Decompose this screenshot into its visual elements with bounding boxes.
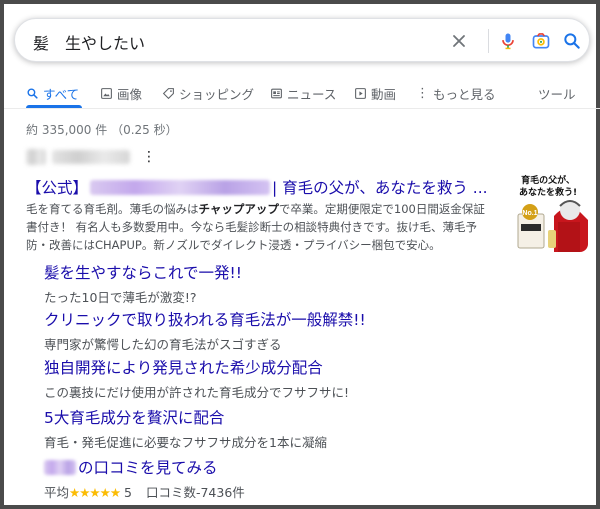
brand-name-redacted [90, 179, 271, 195]
thumb-headline-1: 育毛の父が、 [521, 174, 575, 186]
image-icon [101, 88, 112, 99]
camera-icon[interactable] [531, 31, 551, 51]
sitelink-title[interactable]: 独自開発により発見された希少成分配合 [44, 356, 349, 378]
ad-desc-bold: チャップアップ [198, 202, 279, 216]
tag-icon [162, 88, 174, 100]
sitelink: クリニックで取り扱われる育毛法が一般解禁!! 専門家が驚愕した幻の育毛法がスゴす… [44, 308, 366, 353]
sitelink-desc: 育毛・発毛促進に必要なフサフサ成分を1本に凝縮 [44, 435, 327, 450]
sitelink-desc: この裏技にだけ使用が許された育毛成分でフサフサに! [44, 385, 350, 400]
ad-title-link[interactable]: 【公式】 | 育毛の父が、あなたを救う ... [26, 176, 488, 198]
sitelink-title-text: の口コミを見てみる [78, 459, 218, 477]
tabs-divider [4, 108, 600, 109]
more-options-icon[interactable]: ⋮ [142, 150, 156, 164]
ad-desc-part: 毛を育てる育毛剤。薄毛の悩みは [26, 202, 199, 216]
rating-prefix: 平均 [44, 485, 70, 500]
more-vert-icon: ⋮ [416, 86, 429, 101]
sitelink-desc: たった10日で薄毛が激変!? [44, 290, 197, 305]
search-input[interactable]: 髪 生やしたい [33, 30, 145, 54]
ad-title-suffix: | 育毛の父が、あなたを救う ... [272, 179, 488, 197]
ad-thumbnail[interactable]: No.1 育毛の父が、 あなたを救う! [508, 172, 588, 252]
domain-redacted [52, 150, 130, 164]
sitelink: 5大育毛成分を贅沢に配合 育毛・発毛促進に必要なフサフサ成分を1本に凝縮 [44, 406, 327, 451]
sitelink-title[interactable]: 5大育毛成分を贅沢に配合 [44, 406, 327, 428]
sitelink: 髪を生やすならこれで一発!! たった10日で薄毛が激変!? [44, 261, 242, 306]
tab-label: すべて [43, 87, 80, 102]
tab-label: 画像 [117, 87, 143, 102]
brand-name-redacted [44, 459, 76, 475]
clear-icon[interactable] [449, 31, 469, 51]
search-divider [488, 29, 489, 53]
thumb-headline-2: あなたを救う! [519, 186, 577, 198]
sitelink-title[interactable]: クリニックで取り扱われる育毛法が一般解禁!! [44, 308, 366, 330]
tab-tools[interactable]: ツール [538, 84, 576, 103]
search-icon [27, 88, 38, 99]
search-bar[interactable]: 髪 生やしたい [14, 18, 590, 62]
tab-label: ニュース [287, 87, 337, 102]
sitelink: の口コミを見てみる 平均★★★★★ 5 口コミ数-7436件 [44, 456, 245, 501]
browser-frame: 髪 生やしたい すべて 画像 ショッピング ニュース 動画 ⋮ もっと見る ツー… [0, 0, 600, 509]
tab-label: もっと見る [433, 87, 496, 102]
ad-cite: ⋮ [26, 149, 156, 165]
badge-text: No.1 [522, 210, 537, 217]
news-icon [271, 88, 282, 99]
search-tabs: すべて 画像 ショッピング ニュース 動画 ⋮ もっと見る ツール [4, 78, 600, 108]
tab-label: ショッピング [179, 87, 255, 102]
ad-description: 毛を育てる育毛剤。薄毛の悩みはチャップアップで卒業。定期便限定で100日間返金保… [26, 200, 496, 254]
sitelink-desc: 専門家が驚愕した幻の育毛法がスゴすぎる [44, 337, 282, 352]
result-stats: 約 335,000 件 （0.25 秒） [26, 123, 178, 137]
sitelink: 独自開発により発見された希少成分配合 この裏技にだけ使用が許された育毛成分でフサ… [44, 356, 349, 401]
review-count: 口コミ数-7436件 [145, 485, 245, 500]
tab-more[interactable]: ⋮ もっと見る [416, 84, 496, 103]
tab-shopping[interactable]: ショッピング [162, 84, 254, 103]
sitelink-title[interactable]: 髪を生やすならこれで一発!! [44, 261, 242, 283]
tab-images[interactable]: 画像 [100, 84, 142, 103]
microphone-icon[interactable] [498, 31, 518, 51]
search-icon[interactable] [562, 31, 582, 51]
tab-label: ツール [538, 87, 576, 102]
star-rating-icon: ★★★★★ [69, 485, 121, 500]
tab-label: 動画 [371, 87, 397, 102]
tab-news[interactable]: ニュース [270, 84, 336, 103]
favicon-redacted [26, 149, 46, 165]
product-image: No.1 育毛の父が、 あなたを救う! [508, 172, 588, 252]
rating-row: 平均★★★★★ 5 口コミ数-7436件 [44, 482, 245, 501]
tab-videos[interactable]: 動画 [354, 84, 396, 103]
tab-all[interactable]: すべて [26, 84, 79, 103]
rating-value: 5 [124, 485, 132, 500]
sitelink-title[interactable]: の口コミを見てみる [44, 456, 245, 478]
video-icon [355, 88, 366, 99]
ad-title-prefix: 【公式】 [26, 179, 89, 197]
